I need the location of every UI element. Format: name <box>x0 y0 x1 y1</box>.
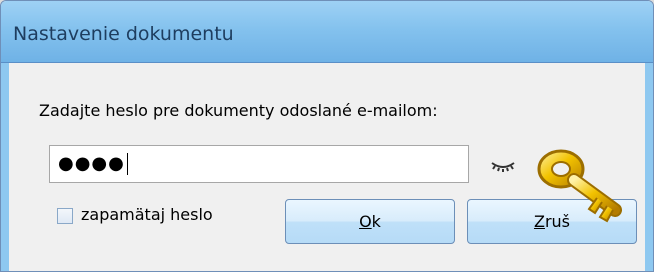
password-mask-text: ●●●● <box>58 153 125 174</box>
window-title: Nastavenie dokumentu <box>13 23 234 45</box>
remember-password-checkbox[interactable] <box>57 208 73 224</box>
ok-label-rest: k <box>371 212 381 231</box>
dialog-client: Zadajte heslo pre dokumenty odoslané e-m… <box>1 63 653 271</box>
password-prompt: Zadajte heslo pre dokumenty odoslané e-m… <box>39 101 438 120</box>
text-caret <box>126 153 128 175</box>
eye-closed-icon[interactable] <box>489 155 517 175</box>
key-icon <box>537 149 622 223</box>
title-bar[interactable]: Nastavenie dokumentu <box>1 1 653 63</box>
ok-accelerator: O <box>359 212 372 231</box>
ok-button[interactable]: Ok <box>285 199 455 244</box>
password-mask: ●●●● <box>58 153 128 175</box>
remember-password-label[interactable]: zapamätaj heslo <box>81 205 213 224</box>
dialog-window: Nastavenie dokumentu Zadajte heslo pre d… <box>0 0 654 272</box>
password-input[interactable]: ●●●● <box>49 145 469 183</box>
